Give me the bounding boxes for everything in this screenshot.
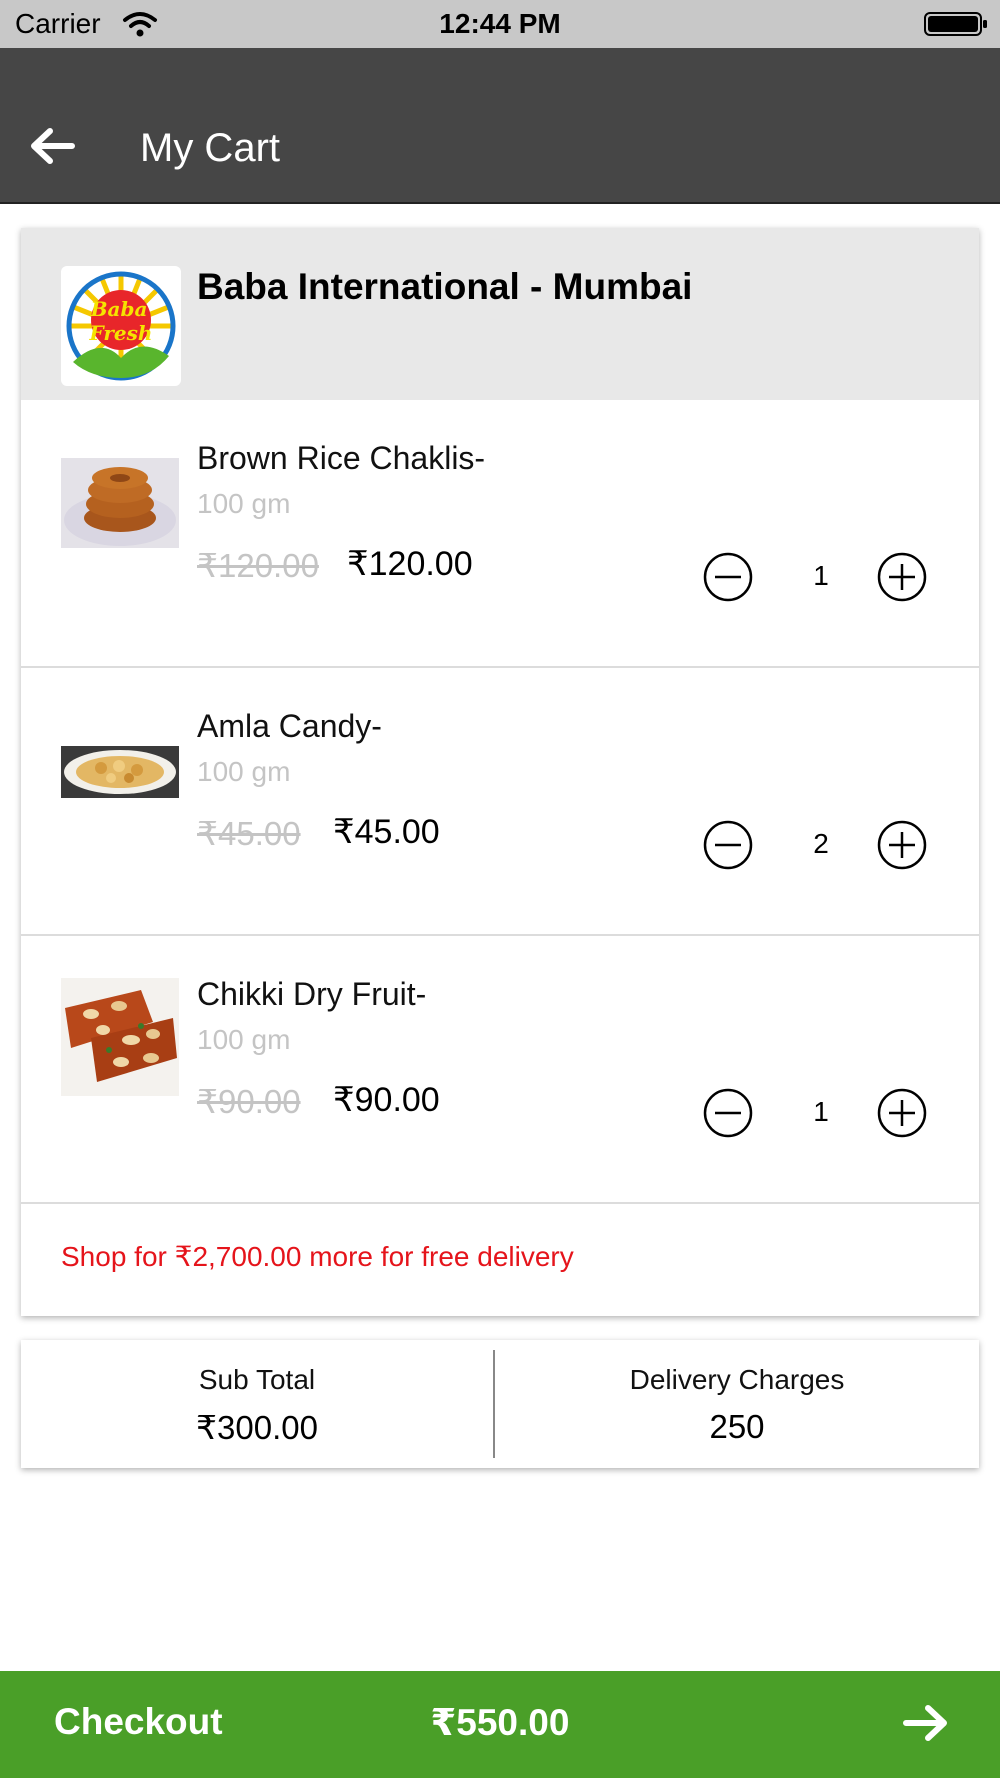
item-name: Brown Rice Chaklis- bbox=[197, 440, 486, 476]
cart-item: Amla Candy- 100 gm ₹45.00 ₹45.00 2 bbox=[21, 668, 979, 936]
status-bar: Carrier 12:44 PM bbox=[0, 0, 1000, 48]
quantity-value: 2 bbox=[813, 828, 829, 859]
cart-item: Brown Rice Chaklis- 100 gm ₹120.00 ₹120.… bbox=[21, 400, 979, 668]
store-logo: Baba Fresh bbox=[61, 266, 181, 386]
delivery-charges-value: 250 bbox=[709, 1408, 765, 1445]
svg-text:Baba: Baba bbox=[90, 297, 148, 321]
sub-total: Sub Total ₹300.00 bbox=[21, 1340, 493, 1468]
totals-panel: Sub Total ₹300.00 Delivery Charges 250 bbox=[21, 1340, 979, 1468]
item-original-price: ₹90.00 bbox=[197, 1083, 301, 1120]
quantity-value: 1 bbox=[813, 1096, 829, 1127]
page-title: My Cart bbox=[140, 126, 280, 170]
sub-total-label: Sub Total bbox=[198, 1364, 316, 1395]
chakli-image bbox=[61, 458, 179, 548]
plus-icon[interactable] bbox=[877, 552, 927, 602]
checkout-button[interactable]: Checkout ₹550.00 bbox=[0, 1671, 1000, 1778]
store-header: Baba Fresh Baba International - Mumbai bbox=[21, 228, 979, 402]
sub-total-value: ₹300.00 bbox=[196, 1409, 318, 1446]
item-unit: 100 gm bbox=[197, 756, 291, 787]
item-price: ₹45.00 bbox=[333, 813, 440, 851]
item-unit: 100 gm bbox=[197, 488, 291, 519]
amla-candy-image bbox=[61, 746, 179, 798]
chikki-image bbox=[61, 978, 179, 1096]
back-arrow-icon[interactable] bbox=[28, 126, 76, 166]
arrow-right-icon bbox=[903, 1705, 947, 1741]
item-price: ₹120.00 bbox=[347, 545, 473, 583]
checkout-total: ₹550.00 bbox=[430, 1702, 570, 1743]
item-name: Amla Candy- bbox=[197, 708, 382, 744]
battery-icon bbox=[924, 12, 987, 36]
minus-icon[interactable] bbox=[703, 1088, 753, 1138]
item-price: ₹90.00 bbox=[333, 1081, 440, 1119]
minus-icon[interactable] bbox=[703, 820, 753, 870]
free-delivery-note: Shop for ₹2,700.00 more for free deliver… bbox=[61, 1241, 574, 1272]
cart-item: Chikki Dry Fruit- 100 gm ₹90.00 ₹90.00 1 bbox=[21, 936, 979, 1204]
svg-text:Fresh: Fresh bbox=[89, 321, 153, 345]
item-unit: 100 gm bbox=[197, 1024, 291, 1055]
minus-icon[interactable] bbox=[703, 552, 753, 602]
quantity-value: 1 bbox=[813, 560, 829, 591]
item-name: Chikki Dry Fruit- bbox=[197, 976, 427, 1012]
delivery-charges-label: Delivery Charges bbox=[629, 1364, 845, 1395]
item-original-price: ₹45.00 bbox=[197, 815, 301, 852]
app-header: My Cart bbox=[0, 48, 1000, 204]
status-time: 12:44 PM bbox=[439, 8, 561, 39]
store-name: Baba International - Mumbai bbox=[197, 266, 693, 307]
cart-card: Baba Fresh Baba International - Mumbai B… bbox=[21, 228, 979, 1316]
plus-icon[interactable] bbox=[877, 820, 927, 870]
delivery-charges: Delivery Charges 250 bbox=[495, 1340, 979, 1468]
plus-icon[interactable] bbox=[877, 1088, 927, 1138]
item-original-price: ₹120.00 bbox=[197, 547, 319, 584]
